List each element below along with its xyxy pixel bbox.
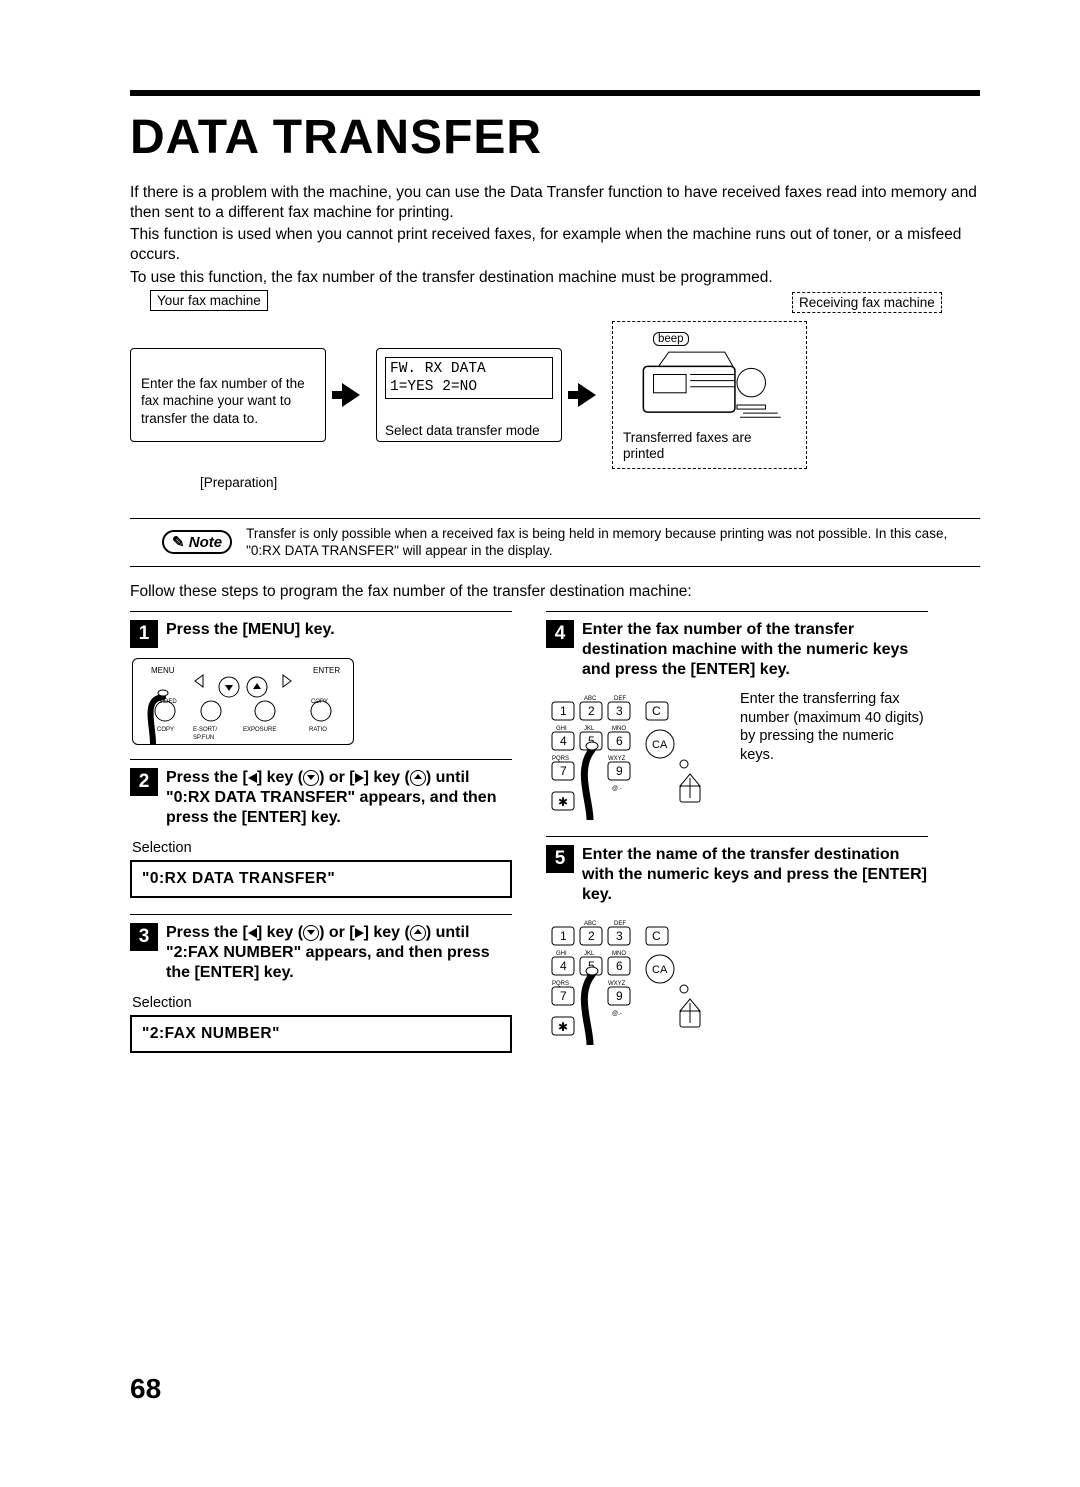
svg-text:PQRS: PQRS <box>552 981 569 987</box>
page-number: 68 <box>130 1373 161 1405</box>
step-title: Enter the name of the transfer destinati… <box>582 845 928 905</box>
svg-text:3: 3 <box>616 929 623 943</box>
svg-text:COPY: COPY <box>311 699 328 705</box>
step-2: 2 Press the [] key () or [] key () until… <box>130 768 512 828</box>
right-arrow-icon <box>355 928 364 938</box>
step-number: 4 <box>546 620 574 648</box>
svg-text:ABC: ABC <box>584 921 597 927</box>
step-title: Enter the fax number of the transfer des… <box>582 620 928 680</box>
svg-text:7: 7 <box>560 764 567 778</box>
step-3: 3 Press the [] key () or [] key () until… <box>130 923 512 983</box>
svg-text:E-SORT/: E-SORT/ <box>193 727 218 733</box>
svg-text:C: C <box>652 704 661 718</box>
svg-text:JKL: JKL <box>584 951 595 957</box>
svg-text:SP.FUN: SP.FUN <box>193 735 214 741</box>
menu-label: MENU <box>151 666 175 675</box>
svg-text:9: 9 <box>616 989 623 1003</box>
svg-text:PQRS: PQRS <box>552 756 569 762</box>
preparation-label: [Preparation] <box>200 475 980 490</box>
step-number: 5 <box>546 845 574 873</box>
svg-text:6: 6 <box>616 734 623 748</box>
note-text: Transfer is only possible when a receive… <box>246 525 980 560</box>
svg-text:MNO: MNO <box>612 951 626 957</box>
svg-text:DEF: DEF <box>614 696 626 702</box>
step-title: Press the [MENU] key. <box>166 620 335 648</box>
left-arrow-icon <box>248 928 257 938</box>
step-1: 1 Press the [MENU] key. <box>130 620 512 648</box>
svg-text:@.-: @.- <box>612 1011 622 1017</box>
svg-text:CA: CA <box>652 964 668 976</box>
selection-label: Selection <box>132 840 512 856</box>
svg-text:1: 1 <box>560 704 567 718</box>
your-machine-label: Your fax machine <box>150 290 268 311</box>
arrow-icon <box>572 384 602 406</box>
svg-text:WXYZ: WXYZ <box>608 756 626 762</box>
page-title: DATA TRANSFER <box>130 110 980 165</box>
svg-text:MNO: MNO <box>612 726 626 732</box>
receiving-machine-label: Receiving fax machine <box>792 292 942 313</box>
panel-enter-fax-number: Enter the fax number of the fax machine … <box>130 348 326 442</box>
step-number: 3 <box>130 923 158 951</box>
step-4: 4 Enter the fax number of the transfer d… <box>546 620 928 680</box>
display-box: "0:RX DATA TRANSFER" <box>130 860 512 898</box>
step-number: 1 <box>130 620 158 648</box>
svg-text:2: 2 <box>588 929 595 943</box>
step-title: Press the [] key () or [] key () until "… <box>166 923 512 983</box>
arrow-icon <box>336 384 366 406</box>
panel2-caption: Select data transfer mode <box>385 423 553 438</box>
lcd-line-2: 1=YES 2=NO <box>390 378 548 396</box>
svg-text:@.-: @.- <box>612 786 622 792</box>
svg-text:ABC: ABC <box>584 696 597 702</box>
follow-text: Follow these steps to program the fax nu… <box>130 583 980 601</box>
svg-text:✱: ✱ <box>558 795 568 809</box>
down-circle-icon <box>303 770 319 786</box>
up-circle-icon <box>410 770 426 786</box>
up-circle-icon <box>410 925 426 941</box>
receiving-machine-panel: beep Transferred faxes are printed <box>612 321 807 469</box>
keypad-illustration: ABCDEF 1 2 3 GHIJKLMNO 4 5 6 PQRSWXYZ 7 … <box>546 690 726 820</box>
step-title: Press the [] key () or [] key () until "… <box>166 768 512 828</box>
panel-select-mode: FW. RX DATA 1=YES 2=NO Select data trans… <box>376 348 562 442</box>
lcd-display: FW. RX DATA 1=YES 2=NO <box>385 357 553 399</box>
note-box: Note Transfer is only possible when a re… <box>130 518 980 567</box>
svg-text:GHI: GHI <box>556 726 567 732</box>
intro-para-1: If there is a problem with the machine, … <box>130 183 980 223</box>
svg-text:✱: ✱ <box>558 1020 568 1034</box>
down-circle-icon <box>303 925 319 941</box>
recv-caption: Transferred faxes are printed <box>623 430 796 462</box>
svg-text:4: 4 <box>560 959 567 973</box>
intro-para-3: To use this function, the fax number of … <box>130 268 980 288</box>
svg-text:7: 7 <box>560 989 567 1003</box>
menu-panel-illustration: MENU ENTER 2-SIDED COPY E-SORT/ SP.FUN <box>132 658 354 745</box>
svg-text:COPY: COPY <box>157 727 174 733</box>
enter-label: ENTER <box>313 666 340 675</box>
svg-text:1: 1 <box>560 929 567 943</box>
intro-para-2: This function is used when you cannot pr… <box>130 225 980 265</box>
display-box: "2:FAX NUMBER" <box>130 1015 512 1053</box>
svg-text:DEF: DEF <box>614 921 626 927</box>
keypad-illustration: ABCDEF 1 2 3 GHIJKLMNO 4 5 6 PQRSWXYZ 7 … <box>546 915 726 1045</box>
svg-text:GHI: GHI <box>556 951 567 957</box>
svg-text:4: 4 <box>560 734 567 748</box>
step-5: 5 Enter the name of the transfer destina… <box>546 845 928 905</box>
note-label: Note <box>162 530 232 554</box>
svg-text:2: 2 <box>588 704 595 718</box>
svg-text:CA: CA <box>652 739 668 751</box>
svg-text:JKL: JKL <box>584 726 595 732</box>
svg-text:EXPOSURE: EXPOSURE <box>243 727 276 733</box>
step-number: 2 <box>130 768 158 796</box>
svg-text:RATIO: RATIO <box>309 727 327 733</box>
left-arrow-icon <box>248 773 257 783</box>
right-arrow-icon <box>355 773 364 783</box>
svg-text:C: C <box>652 929 661 943</box>
svg-text:3: 3 <box>616 704 623 718</box>
svg-text:6: 6 <box>616 959 623 973</box>
step4-side-text: Enter the transferring fax number (maxim… <box>740 690 928 820</box>
lcd-line-1: FW. RX DATA <box>390 360 548 378</box>
selection-label: Selection <box>132 995 512 1011</box>
fax-machine-icon <box>623 346 796 427</box>
svg-text:WXYZ: WXYZ <box>608 981 626 987</box>
beep-label: beep <box>653 332 689 346</box>
svg-text:9: 9 <box>616 764 623 778</box>
